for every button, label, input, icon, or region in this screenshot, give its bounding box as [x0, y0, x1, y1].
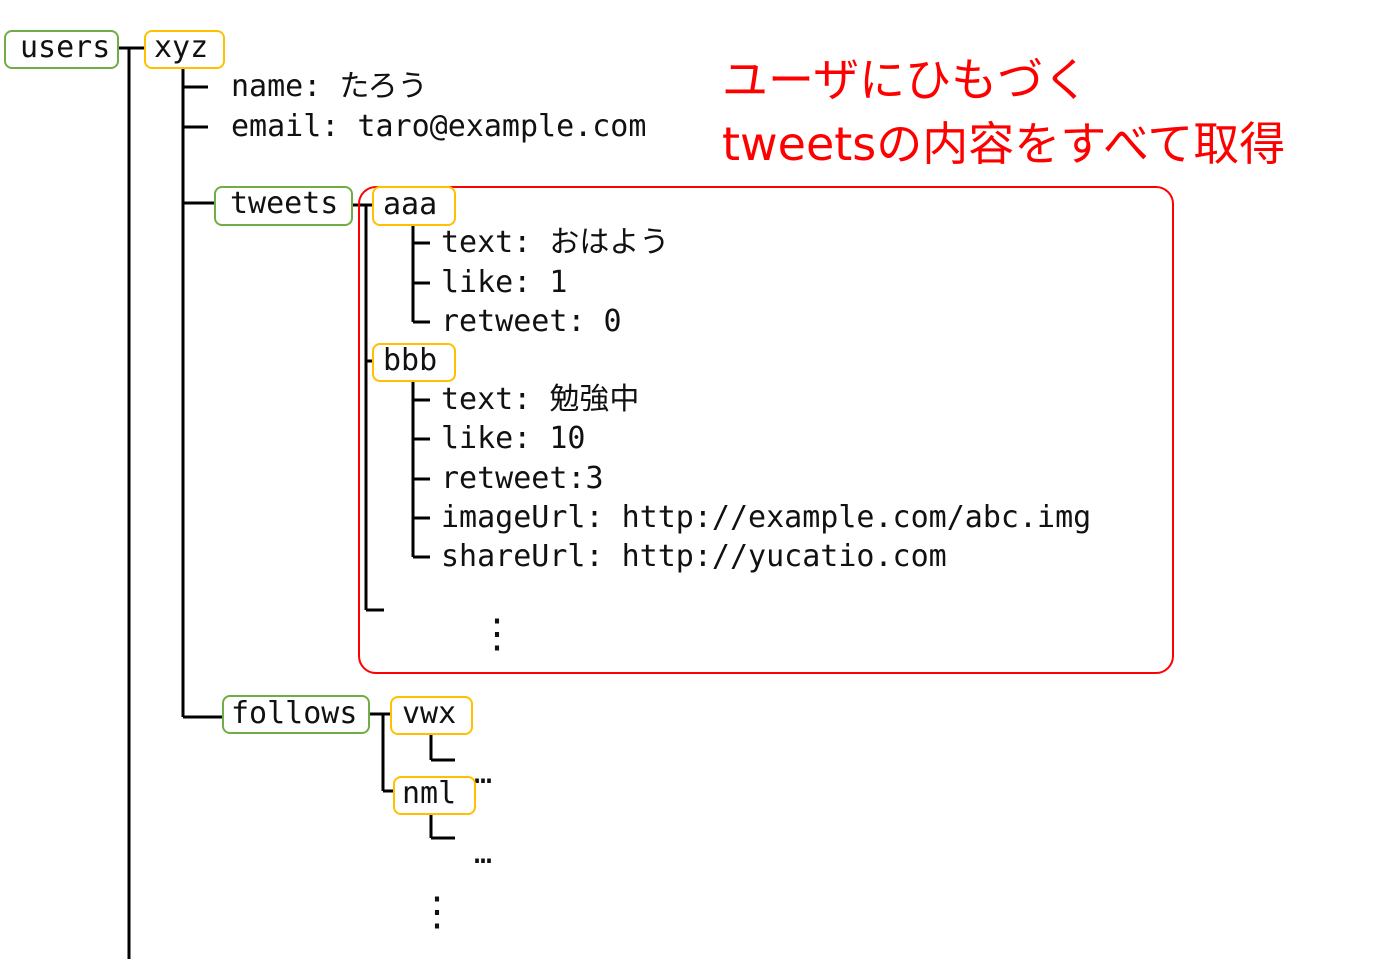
- tweets-label: tweets: [230, 186, 339, 221]
- annotation-line-2: tweetsの内容をすべて取得: [722, 117, 1286, 171]
- xyz-label: xyz: [154, 30, 209, 65]
- nml-more-ellipsis: …: [474, 836, 493, 871]
- aaa-text-field: text: おはよう: [441, 225, 670, 260]
- annotation-line-1: ユーザにひもづく: [722, 53, 1090, 107]
- bbb-imageurl-field: imageUrl: http://example.com/abc.img: [441, 500, 1092, 535]
- aaa-label: aaa: [383, 187, 438, 222]
- bbb-shareurl-field: shareUrl: http://yucatio.com: [441, 539, 947, 574]
- vwx-label: vwx: [402, 696, 457, 731]
- email-field: email: taro@example.com: [231, 109, 647, 144]
- nml-label: nml: [402, 776, 457, 811]
- bbb-like-field: like: 10: [441, 421, 586, 456]
- follows-label: follows: [231, 696, 358, 731]
- tweets-more-ellipsis: ⋮: [477, 611, 517, 657]
- aaa-like-field: like: 1: [441, 265, 568, 300]
- bbb-retweet-field: retweet:3: [441, 461, 604, 496]
- aaa-retweet-field: retweet: 0: [441, 304, 622, 339]
- bbb-text-field: text: 勉強中: [441, 382, 640, 417]
- users-label: users: [20, 30, 111, 65]
- name-field: name: たろう: [231, 69, 428, 104]
- follows-more-ellipsis: ⋮: [417, 889, 457, 935]
- bbb-label: bbb: [383, 343, 438, 378]
- vwx-more-ellipsis: …: [474, 756, 493, 791]
